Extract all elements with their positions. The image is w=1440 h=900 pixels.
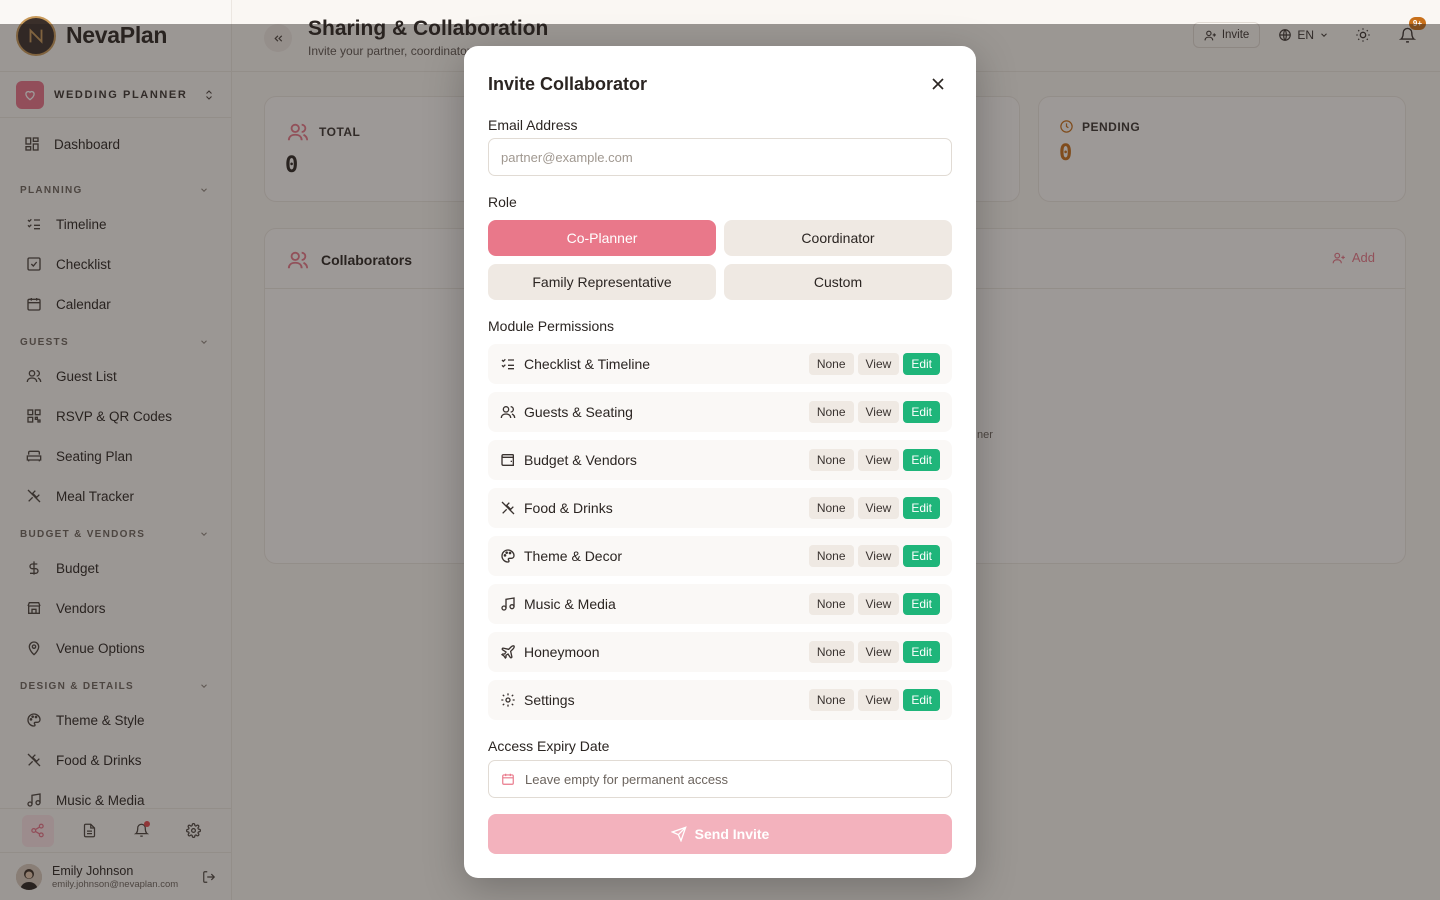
permission-none-button[interactable]: None <box>808 641 854 663</box>
role-family-representative-button[interactable]: Family Representative <box>488 264 716 300</box>
permission-selector: None View Edit <box>808 401 940 423</box>
permission-edit-button[interactable]: Edit <box>903 593 940 615</box>
email-field[interactable] <box>488 138 952 176</box>
expiry-placeholder: Leave empty for permanent access <box>525 771 729 787</box>
permission-name: Budget & Vendors <box>524 452 637 468</box>
permission-selector: None View Edit <box>808 497 940 519</box>
send-invite-button[interactable]: Send Invite <box>488 814 952 854</box>
expiry-label: Access Expiry Date <box>488 738 610 754</box>
permission-none-button[interactable]: None <box>808 401 854 423</box>
palette-icon <box>501 549 515 563</box>
permission-row-music-media: Music & Media None View Edit <box>488 584 952 624</box>
permission-row-checklist-timeline: Checklist & Timeline None View Edit <box>488 344 952 384</box>
permission-name: Checklist & Timeline <box>524 356 651 372</box>
dialog-title: Invite Collaborator <box>488 74 648 94</box>
permission-edit-button[interactable]: Edit <box>903 689 940 711</box>
permission-edit-button[interactable]: Edit <box>903 641 940 663</box>
permission-row-honeymoon: Honeymoon None View Edit <box>488 632 952 672</box>
plane-icon <box>500 645 515 660</box>
calendar-icon <box>502 773 514 785</box>
send-invite-label: Send Invite <box>694 826 770 842</box>
role-custom-button[interactable]: Custom <box>724 264 952 300</box>
expiry-date-field[interactable]: Leave empty for permanent access <box>488 760 952 798</box>
permission-row-guests-seating: Guests & Seating None View Edit <box>488 392 952 432</box>
permission-row-theme-decor: Theme & Decor None View Edit <box>488 536 952 576</box>
wallet-icon <box>501 454 514 466</box>
utensils-icon <box>501 501 515 515</box>
gear-icon <box>501 693 515 707</box>
permission-edit-button[interactable]: Edit <box>903 401 940 423</box>
permission-view-button[interactable]: View <box>857 353 900 375</box>
role-coordinator-button[interactable]: Coordinator <box>724 220 952 256</box>
permission-view-button[interactable]: View <box>857 689 900 711</box>
permission-selector: None View Edit <box>808 353 940 375</box>
music-icon <box>501 597 515 611</box>
permission-none-button[interactable]: None <box>808 593 854 615</box>
email-label: Email Address <box>488 117 578 133</box>
permission-name: Guests & Seating <box>524 404 633 420</box>
permissions-label: Module Permissions <box>488 318 615 334</box>
permission-none-button[interactable]: None <box>808 497 854 519</box>
permission-view-button[interactable]: View <box>857 545 900 567</box>
permission-name: Settings <box>524 692 575 708</box>
permission-none-button[interactable]: None <box>808 353 854 375</box>
role-co-planner-button[interactable]: Co-Planner <box>488 220 716 256</box>
permission-none-button[interactable]: None <box>808 689 854 711</box>
permission-selector: None View Edit <box>808 593 940 615</box>
permission-selector: None View Edit <box>808 641 940 663</box>
permission-edit-button[interactable]: Edit <box>903 497 940 519</box>
permission-edit-button[interactable]: Edit <box>903 449 940 471</box>
permission-view-button[interactable]: View <box>857 593 900 615</box>
users-icon <box>500 406 516 419</box>
permission-name: Music & Media <box>524 596 616 612</box>
permission-row-budget-vendors: Budget & Vendors None View Edit <box>488 440 952 480</box>
role-label: Role <box>488 194 517 210</box>
permission-row-food-drinks: Food & Drinks None View Edit <box>488 488 952 528</box>
permission-edit-button[interactable]: Edit <box>903 545 940 567</box>
permission-name: Food & Drinks <box>524 500 613 516</box>
close-button[interactable] <box>928 74 948 94</box>
permission-view-button[interactable]: View <box>857 497 900 519</box>
send-icon <box>670 826 687 842</box>
list-checks-icon <box>501 358 514 370</box>
permission-name: Honeymoon <box>524 644 600 660</box>
invite-collaborator-dialog: Invite Collaborator Email Address Role C… <box>464 46 976 878</box>
permission-name: Theme & Decor <box>524 548 623 564</box>
permission-none-button[interactable]: None <box>808 545 854 567</box>
permission-selector: None View Edit <box>808 689 940 711</box>
close-icon <box>932 78 944 90</box>
permission-row-settings: Settings None View Edit <box>488 680 952 720</box>
permission-selector: None View Edit <box>808 449 940 471</box>
permission-edit-button[interactable]: Edit <box>903 353 940 375</box>
permission-view-button[interactable]: View <box>857 641 900 663</box>
permission-selector: None View Edit <box>808 545 940 567</box>
permission-view-button[interactable]: View <box>857 401 900 423</box>
permission-none-button[interactable]: None <box>808 449 854 471</box>
permission-view-button[interactable]: View <box>857 449 900 471</box>
